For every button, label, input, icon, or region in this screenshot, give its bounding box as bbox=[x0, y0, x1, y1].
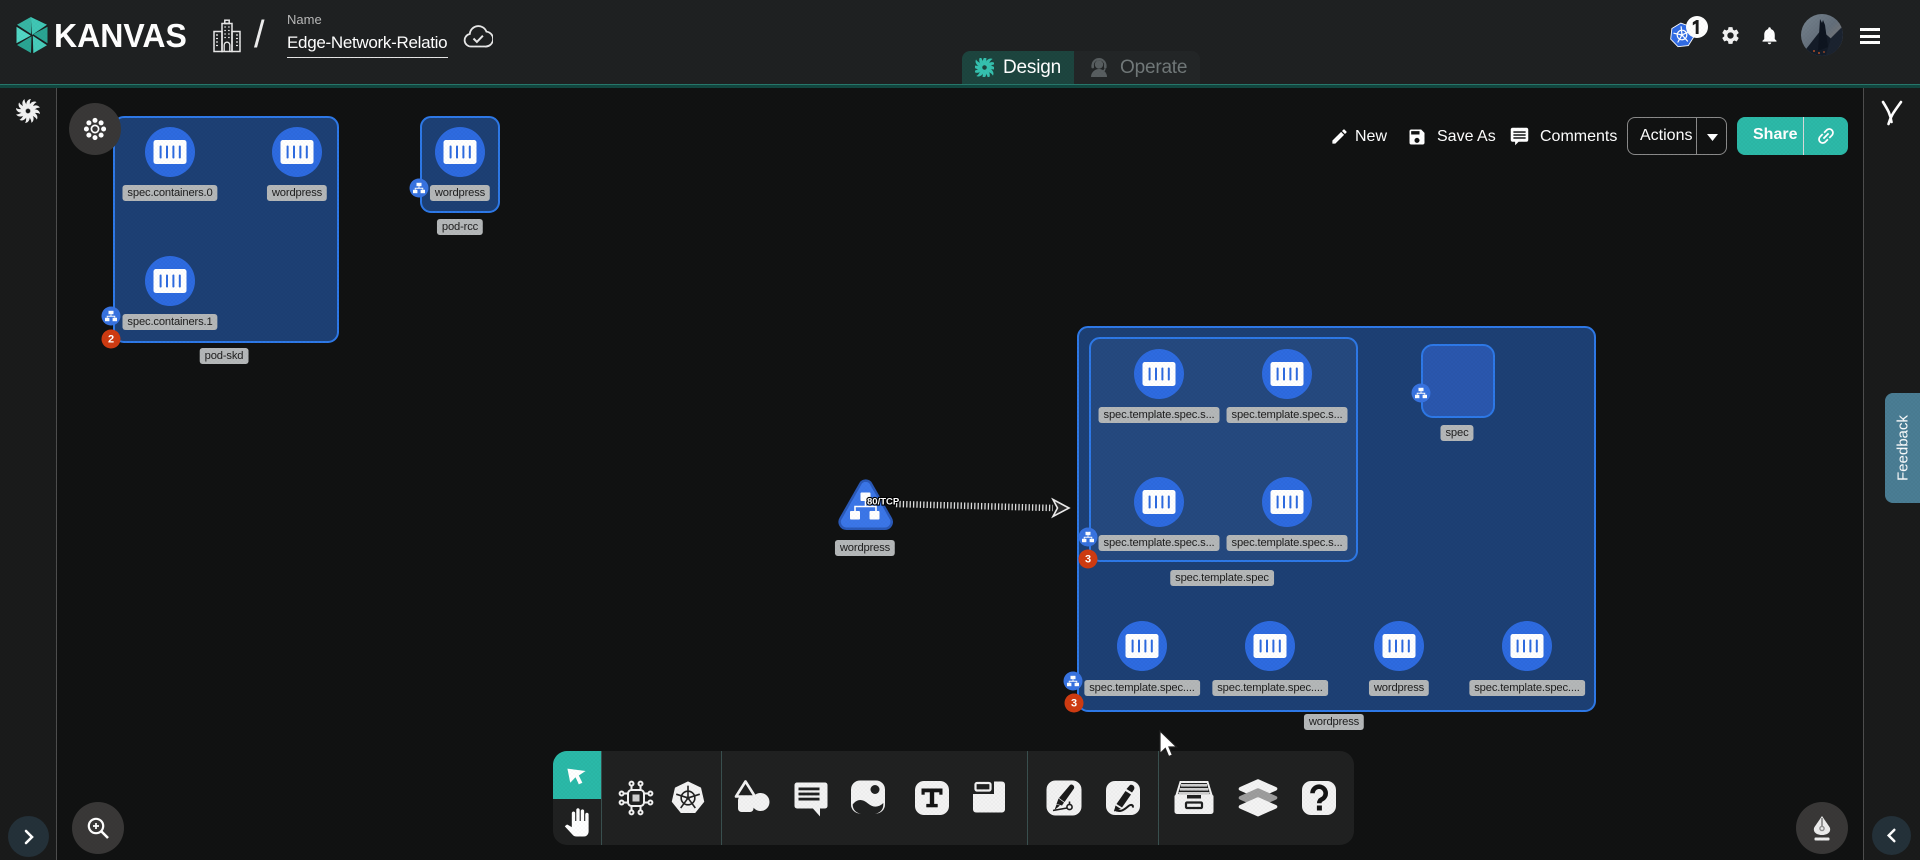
svg-text:80/TCP: 80/TCP bbox=[867, 497, 900, 508]
